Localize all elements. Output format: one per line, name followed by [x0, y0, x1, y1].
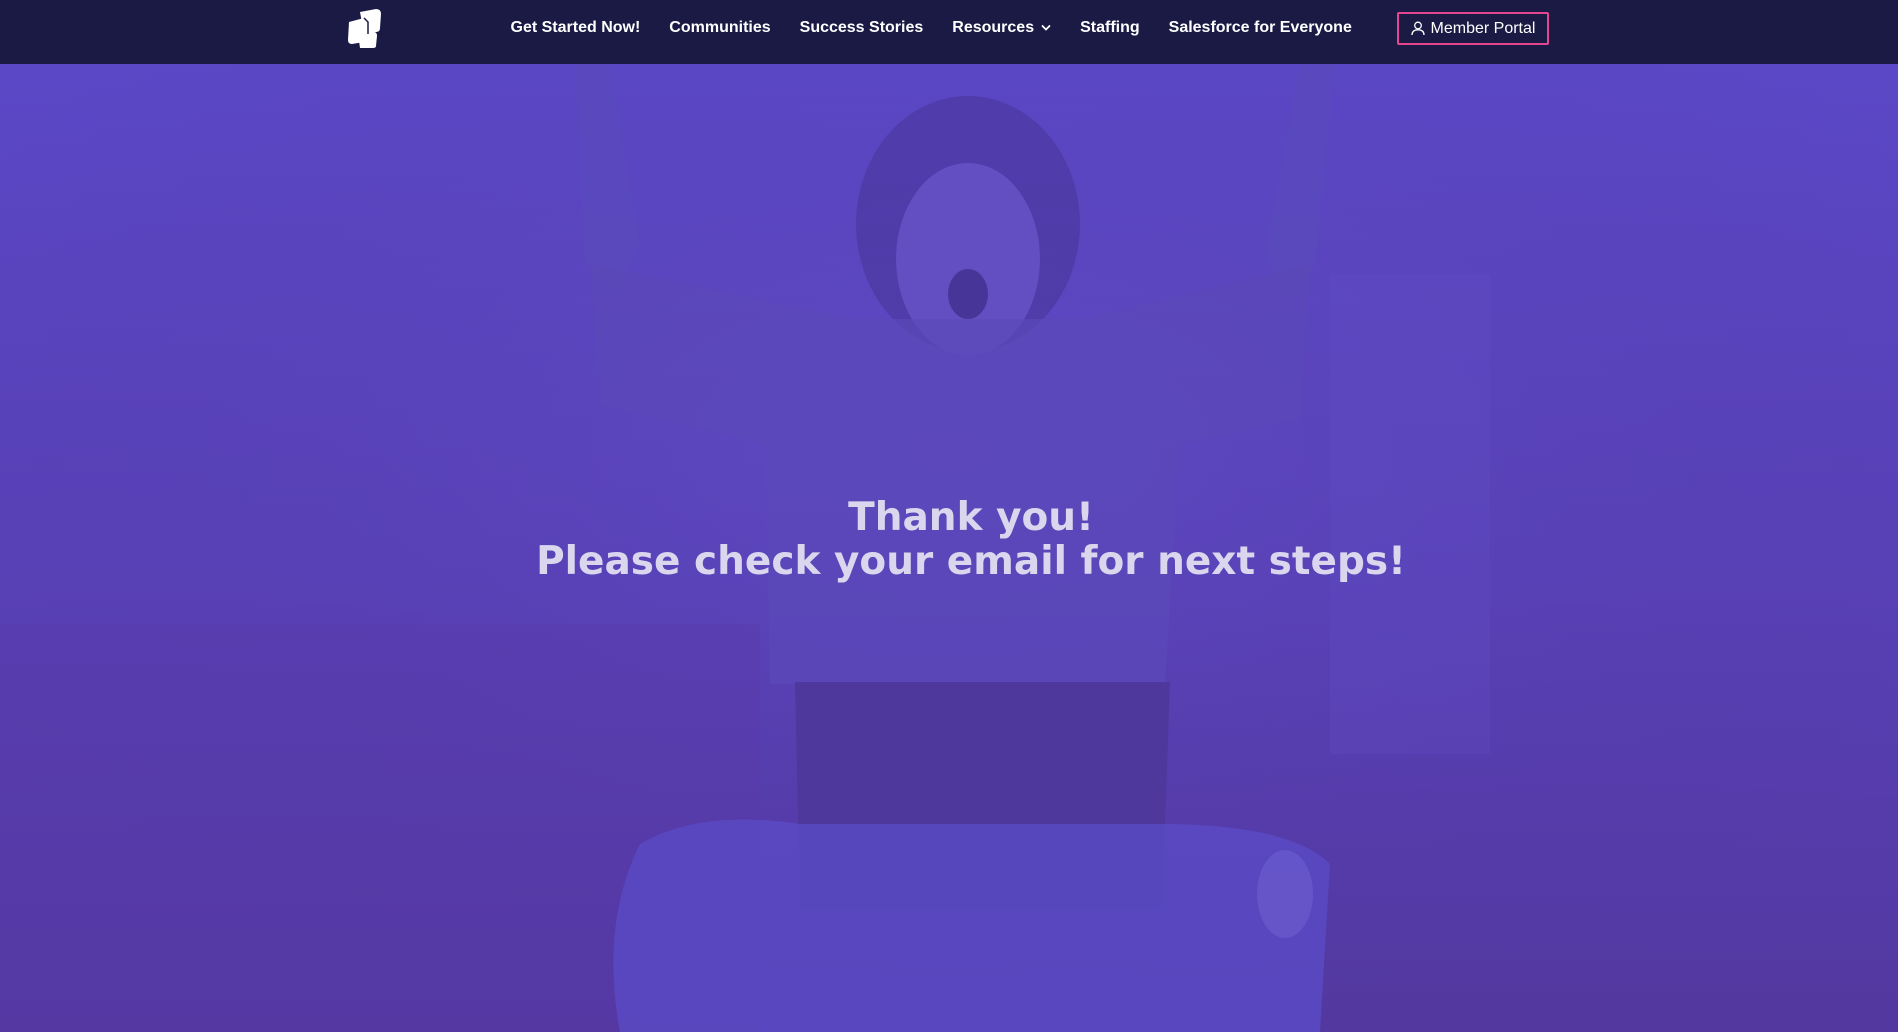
nav-get-started[interactable]: Get Started Now! — [496, 19, 655, 37]
member-portal-button[interactable]: Member Portal — [1397, 12, 1549, 45]
nav-salesforce-for-everyone[interactable]: Salesforce for Everyone — [1154, 19, 1366, 37]
next-steps-heading: Please check your email for next steps! — [536, 539, 1406, 584]
thank-you-heading: Thank you! — [848, 495, 1094, 540]
nav-communities[interactable]: Communities — [655, 19, 785, 37]
nav-resources[interactable]: Resources — [938, 19, 1066, 37]
nav-staffing[interactable]: Staffing — [1066, 19, 1155, 37]
nav-resources-label: Resources — [952, 19, 1035, 36]
confirmation-message: Thank you! Please check your email for n… — [0, 496, 1898, 584]
member-portal-label: Member Portal — [1430, 19, 1536, 37]
nav-success-stories[interactable]: Success Stories — [785, 19, 938, 37]
site-logo-icon[interactable] — [346, 8, 384, 48]
chevron-down-icon — [1041, 25, 1051, 31]
hero-section: Thank you! Please check your email for n… — [0, 64, 1898, 1032]
user-icon — [1410, 21, 1425, 36]
navbar: Get Started Now! Communities Success Sto… — [0, 0, 1898, 64]
main-nav: Get Started Now! Communities Success Sto… — [496, 0, 1366, 56]
